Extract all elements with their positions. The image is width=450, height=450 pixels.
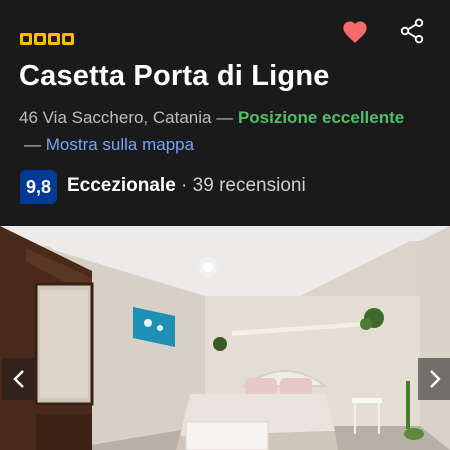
previous-photo-button[interactable] (2, 358, 35, 400)
review-score-badge: 9,8 (20, 170, 57, 204)
rating-dot: · (175, 175, 193, 196)
show-on-map-link[interactable]: Mostra sulla mappa (46, 135, 194, 154)
rating-label: Eccezionale (67, 175, 176, 196)
bedroom-image (0, 226, 450, 450)
address-line: 46 Via Sacchero, Catania — Posizione ecc… (19, 108, 404, 128)
map-line: — Mostra sulla mappa (24, 135, 194, 155)
star-icon (48, 33, 60, 45)
hotel-name: Casetta Porta di Ligne (19, 60, 330, 92)
location-badge: Posizione eccellente (237, 108, 405, 127)
heart-icon[interactable] (341, 18, 369, 46)
next-photo-button[interactable] (418, 358, 450, 400)
separator: — (211, 108, 238, 127)
hotel-photo[interactable] (0, 226, 450, 450)
review-count: 39 recensioni (192, 175, 306, 196)
chevron-left-icon (12, 370, 24, 388)
address-text: 46 Via Sacchero, Catania (19, 108, 212, 127)
star-icon (62, 33, 74, 45)
star-rating (20, 33, 74, 45)
rating-summary[interactable]: Eccezionale · 39 recensioni (67, 175, 306, 197)
share-icon[interactable] (398, 17, 426, 45)
separator: — (24, 135, 46, 154)
star-icon (34, 33, 46, 45)
chevron-right-icon (429, 370, 441, 388)
star-icon (20, 33, 32, 45)
hotel-header: Casetta Porta di Ligne 46 Via Sacchero, … (0, 0, 450, 226)
